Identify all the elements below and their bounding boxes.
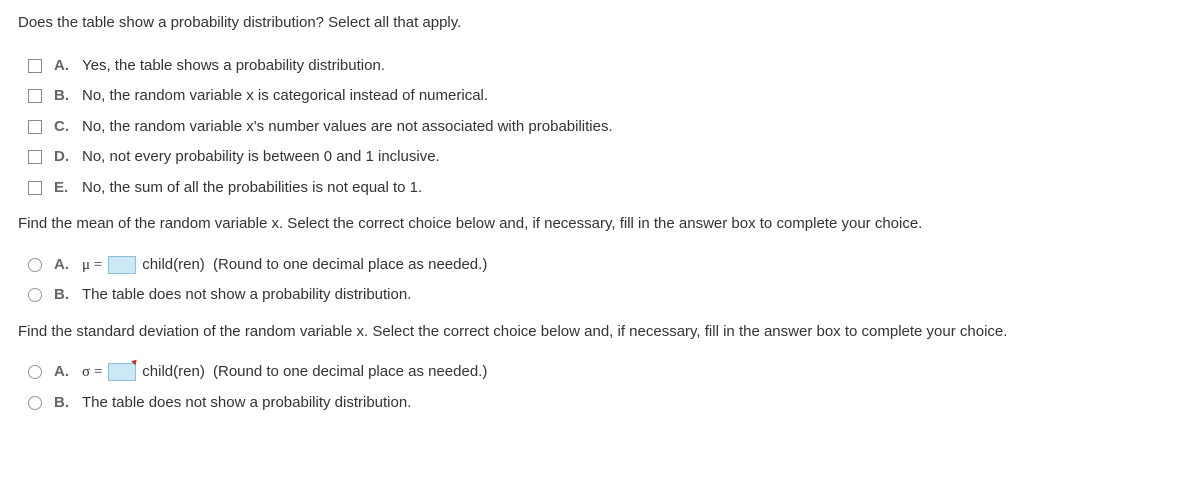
option-text: Yes, the table shows a probability distr… (82, 55, 385, 78)
question1-container: Does the table show a probability distri… (18, 12, 1182, 199)
checkbox-a[interactable] (28, 59, 42, 73)
question2-container: Find the mean of the random variable x. … (18, 213, 1182, 307)
radio-option-a: A. σ = child(ren) (Round to one decimal … (18, 361, 1182, 384)
option-letter: D. (54, 146, 72, 169)
radio-q3-a[interactable] (28, 365, 42, 379)
question3-options: A. σ = child(ren) (Round to one decimal … (18, 361, 1182, 414)
option-text: The table does not show a probability di… (82, 284, 411, 307)
question3-container: Find the standard deviation of the rando… (18, 321, 1182, 415)
option-letter: A. (54, 254, 72, 277)
checkbox-option-e: E. No, the sum of all the probabilities … (18, 177, 1182, 200)
option-text: No, the random variable x is categorical… (82, 85, 488, 108)
option-letter: B. (54, 85, 72, 108)
checkbox-option-c: C. No, the random variable x's number va… (18, 116, 1182, 139)
checkbox-option-d: D. No, not every probability is between … (18, 146, 1182, 169)
option-letter: C. (54, 116, 72, 139)
mu-symbol: μ = (82, 254, 102, 277)
checkbox-option-b: B. No, the random variable x is categori… (18, 85, 1182, 108)
option-letter: E. (54, 177, 72, 200)
option-text: No, the sum of all the probabilities is … (82, 177, 422, 200)
radio-q3-b[interactable] (28, 396, 42, 410)
checkbox-b[interactable] (28, 89, 42, 103)
hint-text: (Round to one decimal place as needed.) (213, 254, 487, 277)
mean-input[interactable] (108, 256, 136, 274)
stddev-input[interactable] (108, 363, 136, 381)
question2-prompt: Find the mean of the random variable x. … (18, 213, 1182, 236)
checkbox-d[interactable] (28, 150, 42, 164)
radio-option-b: B. The table does not show a probability… (18, 284, 1182, 307)
radio-q2-a[interactable] (28, 258, 42, 272)
question1-prompt: Does the table show a probability distri… (18, 12, 1182, 35)
option-content: μ = child(ren) (Round to one decimal pla… (82, 254, 487, 277)
question1-options: A. Yes, the table shows a probability di… (18, 55, 1182, 200)
option-text: The table does not show a probability di… (82, 392, 411, 415)
option-letter: A. (54, 55, 72, 78)
checkbox-option-a: A. Yes, the table shows a probability di… (18, 55, 1182, 78)
radio-option-b: B. The table does not show a probability… (18, 392, 1182, 415)
option-letter: B. (54, 284, 72, 307)
radio-q2-b[interactable] (28, 288, 42, 302)
option-text: No, not every probability is between 0 a… (82, 146, 440, 169)
unit-text: child(ren) (142, 254, 205, 277)
hint-text: (Round to one decimal place as needed.) (213, 361, 487, 384)
checkbox-c[interactable] (28, 120, 42, 134)
question3-prompt: Find the standard deviation of the rando… (18, 321, 1182, 344)
checkbox-e[interactable] (28, 181, 42, 195)
option-content: σ = child(ren) (Round to one decimal pla… (82, 361, 487, 384)
unit-text: child(ren) (142, 361, 205, 384)
sigma-symbol: σ = (82, 361, 102, 384)
radio-option-a: A. μ = child(ren) (Round to one decimal … (18, 254, 1182, 277)
question2-options: A. μ = child(ren) (Round to one decimal … (18, 254, 1182, 307)
option-letter: A. (54, 361, 72, 384)
option-letter: B. (54, 392, 72, 415)
option-text: No, the random variable x's number value… (82, 116, 613, 139)
